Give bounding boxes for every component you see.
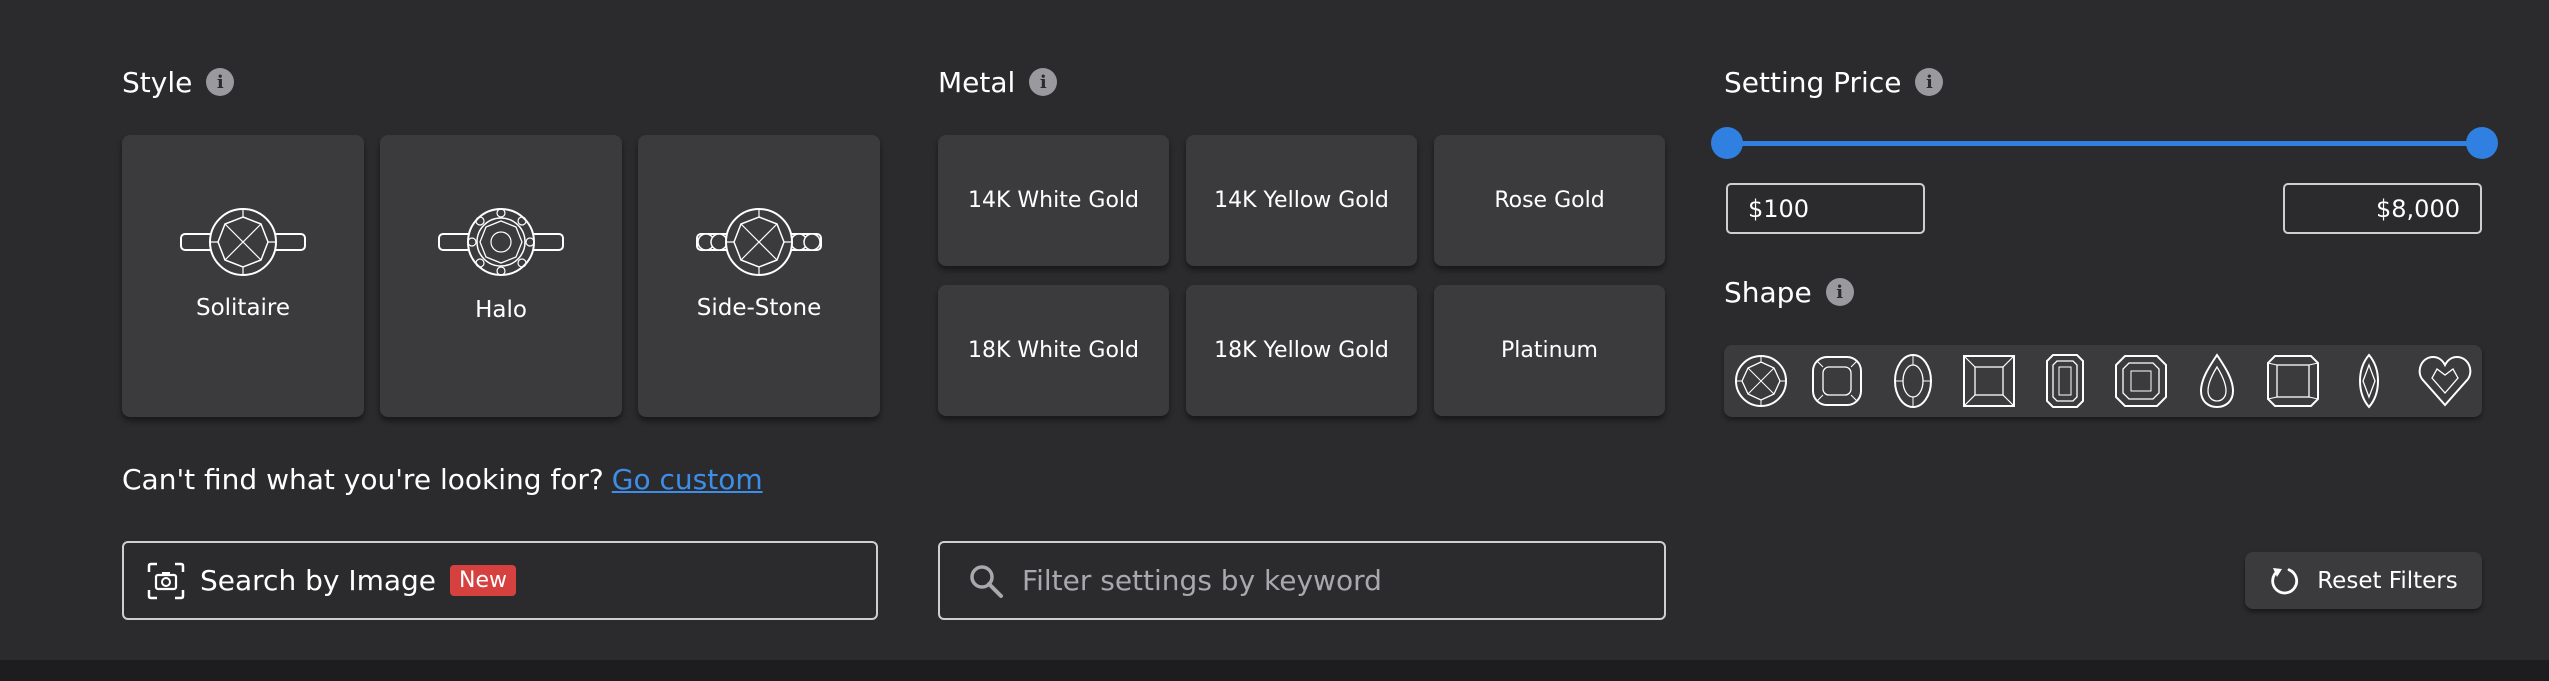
shape-option-cushion[interactable] <box>1806 353 1868 409</box>
metal-option-label: 18K Yellow Gold <box>1214 338 1389 363</box>
price-title: Setting Price <box>1724 65 1902 99</box>
shape-title: Shape <box>1724 275 1812 309</box>
search-by-image-label: Search by Image <box>200 564 437 597</box>
pear-shape-icon <box>2199 353 2235 409</box>
shape-option-oval[interactable] <box>1882 353 1944 409</box>
keyword-filter-box <box>938 541 1666 620</box>
halo-ring-icon <box>438 208 564 276</box>
oval-shape-icon <box>1894 354 1932 408</box>
radiant-shape-icon <box>2267 355 2319 407</box>
price-heading: Setting Price i <box>1724 64 1944 100</box>
shape-option-pear[interactable] <box>2186 353 2248 409</box>
cushion-shape-icon <box>1812 356 1862 406</box>
heart-shape-icon <box>2418 355 2472 407</box>
style-option-label: Side-Stone <box>696 295 822 321</box>
price-min-input[interactable]: $100 <box>1726 183 1925 234</box>
price-slider-min-handle[interactable] <box>1711 127 1743 159</box>
metal-option-rose-gold[interactable]: Rose Gold <box>1434 135 1665 266</box>
search-by-image-button[interactable]: Search by Image New <box>122 541 878 620</box>
princess-shape-icon <box>1963 355 2015 407</box>
shape-info-icon[interactable]: i <box>1825 278 1854 306</box>
metal-option-label: 14K Yellow Gold <box>1214 188 1389 213</box>
search-icon <box>970 564 1003 598</box>
metal-title: Metal <box>938 65 1016 99</box>
shape-option-princess[interactable] <box>1958 353 2020 409</box>
style-option-solitaire[interactable]: Solitaire <box>122 135 364 417</box>
shape-option-marquise[interactable] <box>2338 353 2400 409</box>
metal-option-label: 18K White Gold <box>968 338 1139 363</box>
new-badge: New <box>450 565 517 596</box>
shape-selector <box>1724 345 2482 417</box>
shape-heading: Shape i <box>1724 274 1854 310</box>
round-shape-icon <box>1735 355 1787 407</box>
metal-info-icon[interactable]: i <box>1029 68 1058 96</box>
shape-option-asscher[interactable] <box>2110 353 2172 409</box>
metal-option-label: Platinum <box>1501 338 1598 363</box>
price-min-value: $100 <box>1748 194 1810 223</box>
style-option-label: Solitaire <box>195 295 291 321</box>
price-max-input[interactable]: $8,000 <box>2283 183 2482 234</box>
style-option-halo[interactable]: Halo <box>380 135 622 417</box>
custom-prompt-text: Can't find what you're looking for? <box>122 462 604 496</box>
style-option-label: Halo <box>475 297 527 323</box>
metal-option-label: 14K White Gold <box>968 188 1139 213</box>
price-max-value: $8,000 <box>2376 194 2460 223</box>
marquise-shape-icon <box>2359 353 2379 409</box>
side-stone-ring-icon <box>696 208 822 276</box>
shape-option-emerald[interactable] <box>2034 353 2096 409</box>
shape-option-radiant[interactable] <box>2262 353 2324 409</box>
go-custom-link[interactable]: Go custom <box>612 463 763 496</box>
shape-option-heart[interactable] <box>2414 353 2476 409</box>
style-option-side-stone[interactable]: Side-Stone <box>638 135 880 417</box>
shape-option-round[interactable] <box>1730 353 1792 409</box>
style-heading: Style i <box>122 64 235 100</box>
keyword-filter-input[interactable] <box>1022 564 1642 597</box>
metal-option-18k-yellow-gold[interactable]: 18K Yellow Gold <box>1186 285 1417 416</box>
reset-filters-label: Reset Filters <box>2317 567 2458 594</box>
style-title: Style <box>122 65 193 99</box>
emerald-shape-icon <box>2046 354 2084 408</box>
asscher-shape-icon <box>2115 355 2167 407</box>
price-slider-track[interactable] <box>1726 141 2482 146</box>
reset-icon <box>2271 567 2299 594</box>
style-info-icon[interactable]: i <box>206 68 235 96</box>
reset-filters-button[interactable]: Reset Filters <box>2245 552 2482 609</box>
price-info-icon[interactable]: i <box>1915 68 1944 96</box>
bottom-strip <box>0 660 2549 681</box>
custom-prompt: Can't find what you're looking for? Go c… <box>122 461 763 497</box>
metal-option-label: Rose Gold <box>1494 188 1605 213</box>
metal-option-14k-yellow-gold[interactable]: 14K Yellow Gold <box>1186 135 1417 266</box>
camera-scan-icon <box>147 562 185 599</box>
metal-option-18k-white-gold[interactable]: 18K White Gold <box>938 285 1169 416</box>
metal-option-platinum[interactable]: Platinum <box>1434 285 1665 416</box>
price-slider-max-handle[interactable] <box>2466 127 2498 159</box>
metal-option-14k-white-gold[interactable]: 14K White Gold <box>938 135 1169 266</box>
solitaire-ring-icon <box>180 208 306 276</box>
metal-heading: Metal i <box>938 64 1058 100</box>
